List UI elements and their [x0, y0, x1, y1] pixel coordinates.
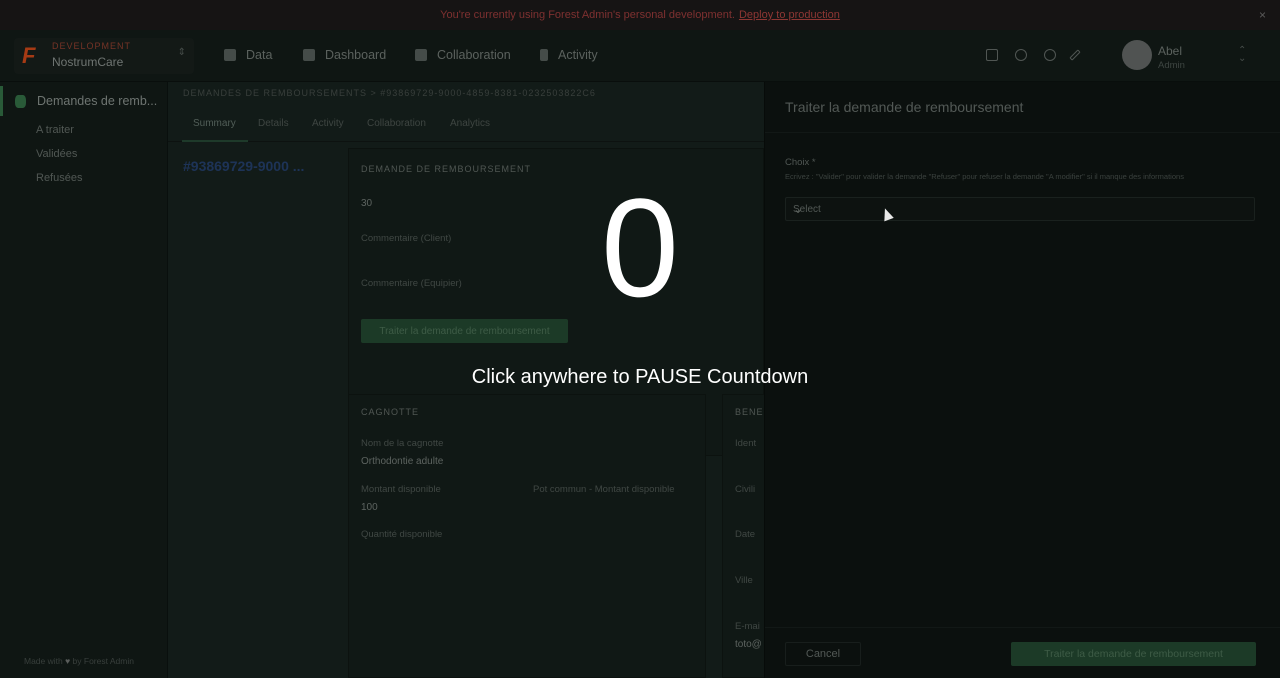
countdown-overlay[interactable] — [0, 0, 1280, 678]
countdown-message: Click anywhere to PAUSE Countdown — [471, 366, 809, 388]
countdown-number: 0 — [601, 169, 679, 326]
